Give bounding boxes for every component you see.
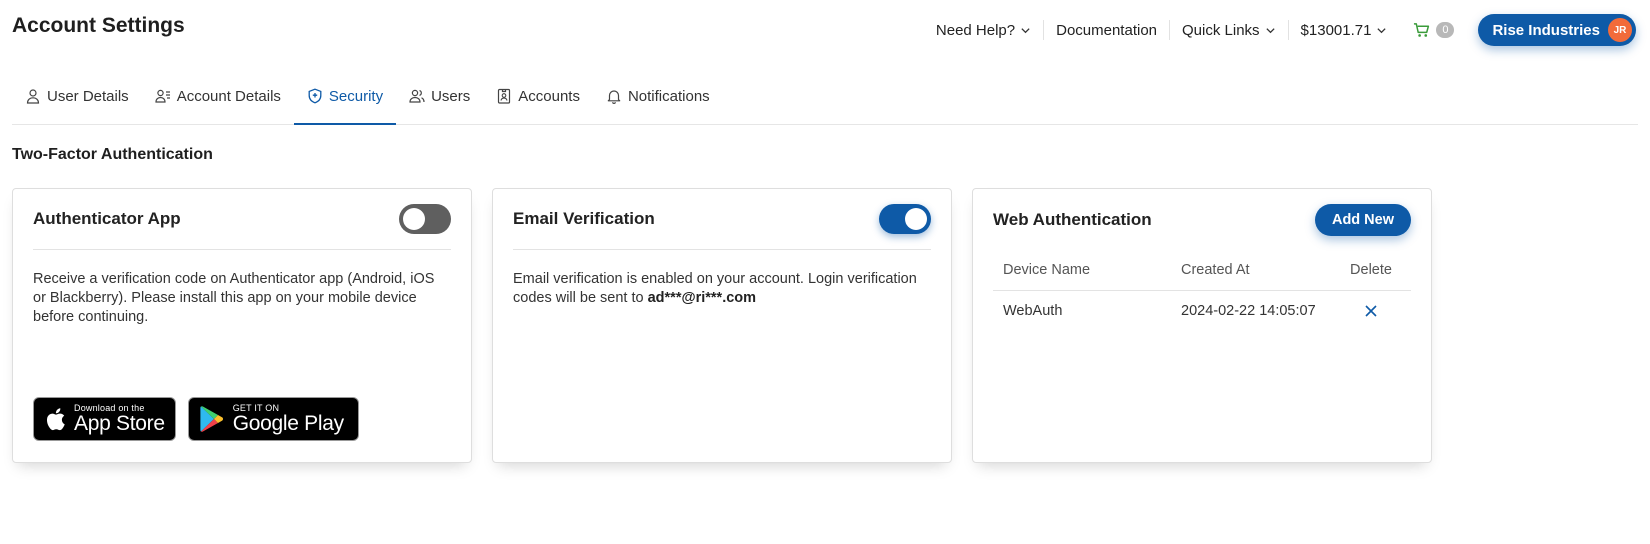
email-description: Email verification is enabled on your ac… <box>513 250 931 308</box>
users-icon <box>409 89 425 103</box>
tab-label: Security <box>328 87 384 105</box>
tab-users[interactable]: Users <box>396 68 483 124</box>
card-title: Web Authentication <box>993 209 1152 229</box>
webauth-devices-table: Device Name Created At Delete WebAuth 20… <box>993 250 1411 332</box>
created-at-cell: 2024-02-22 14:05:07 <box>1181 303 1316 320</box>
table-row: WebAuth 2024-02-22 14:05:07 <box>993 290 1411 332</box>
chevron-down-icon <box>1377 27 1387 33</box>
tab-account-details[interactable]: Account Details <box>142 68 294 124</box>
apple-icon <box>46 408 65 431</box>
toggle-knob <box>905 208 927 230</box>
tab-label: Accounts <box>518 87 580 105</box>
card-header: Authenticator App <box>33 189 451 250</box>
email-verification-toggle[interactable] <box>879 204 931 234</box>
user-icon <box>26 89 40 104</box>
google-play-text: GET IT ON Google Play <box>233 403 344 435</box>
card-title: Authenticator App <box>33 209 181 228</box>
toggle-knob <box>403 208 425 230</box>
authenticator-description: Receive a verification code on Authentic… <box>33 271 435 325</box>
delete-cell <box>1331 290 1411 332</box>
tab-label: Users <box>431 87 471 105</box>
chevron-down-icon <box>1021 27 1030 33</box>
account-details-icon <box>155 89 170 103</box>
top-navigation: Need Help? Documentation Quick Links $13… <box>924 14 1636 46</box>
close-icon[interactable] <box>1364 304 1378 318</box>
card-header: Email Verification <box>513 189 931 250</box>
table-header-row: Device Name Created At Delete <box>993 250 1411 291</box>
masked-email-address: ad***@ri***.com <box>647 290 757 306</box>
documentation-label: Documentation <box>1056 21 1158 39</box>
section-title: Two-Factor Authentication <box>12 146 213 163</box>
email-verification-card: Email Verification Email verification is… <box>492 188 952 463</box>
account-settings-page: Account Settings Need Help? Documentatio… <box>0 0 1650 544</box>
cart-button[interactable]: 0 <box>1399 22 1466 38</box>
column-delete: Delete <box>1331 250 1411 291</box>
store-badges: Download on the App Store GET IT ON Goog… <box>33 397 359 441</box>
id-badge-icon <box>498 88 511 104</box>
card-header: Web Authentication Add New <box>993 189 1411 250</box>
chevron-down-icon <box>1265 27 1275 33</box>
documentation-link[interactable]: Documentation <box>1044 20 1171 40</box>
add-new-button[interactable]: Add New <box>1314 203 1411 236</box>
app-store-big-label: App Store <box>74 412 165 435</box>
app-store-button[interactable]: Download on the App Store <box>33 397 176 441</box>
tab-user-details[interactable]: User Details <box>12 68 142 124</box>
authenticator-app-card: Authenticator App Receive a verification… <box>12 188 472 463</box>
shield-icon <box>308 88 322 104</box>
need-help-label: Need Help? <box>935 21 1016 39</box>
company-name: Rise Industries <box>1492 21 1600 39</box>
balance-amount: $13001.71 <box>1300 21 1372 39</box>
app-store-text: Download on the App Store <box>74 403 165 435</box>
authenticator-toggle[interactable] <box>399 204 451 234</box>
web-authentication-card: Web Authentication Add New Device Name C… <box>972 188 1432 463</box>
avatar: JR <box>1608 18 1632 42</box>
settings-tabs: User Details Account Details Security Us… <box>12 68 1638 125</box>
tab-accounts[interactable]: Accounts <box>483 68 593 124</box>
tab-label: User Details <box>47 87 129 105</box>
quick-links-menu[interactable]: Quick Links <box>1170 20 1289 40</box>
cart-count-badge: 0 <box>1436 22 1455 38</box>
page-title: Account Settings <box>12 14 185 37</box>
card-title: Email Verification <box>513 209 655 228</box>
column-created-at: Created At <box>1171 250 1331 291</box>
quick-links-label: Quick Links <box>1182 21 1260 39</box>
device-name-cell: WebAuth <box>1003 303 1063 320</box>
bell-icon <box>607 90 621 104</box>
need-help-menu[interactable]: Need Help? <box>924 20 1045 40</box>
column-device-name: Device Name <box>993 250 1171 291</box>
tab-notifications[interactable]: Notifications <box>593 68 723 124</box>
tab-label: Notifications <box>627 87 710 105</box>
tab-label: Account Details <box>176 87 281 105</box>
google-play-button[interactable]: GET IT ON Google Play <box>187 397 359 441</box>
cart-icon <box>1414 23 1430 37</box>
balance-menu[interactable]: $13001.71 <box>1289 20 1400 40</box>
google-play-icon <box>200 406 223 432</box>
tab-security[interactable]: Security <box>293 68 397 125</box>
google-play-big-label: Google Play <box>232 412 344 435</box>
company-switcher-button[interactable]: Rise Industries JR <box>1478 14 1636 46</box>
